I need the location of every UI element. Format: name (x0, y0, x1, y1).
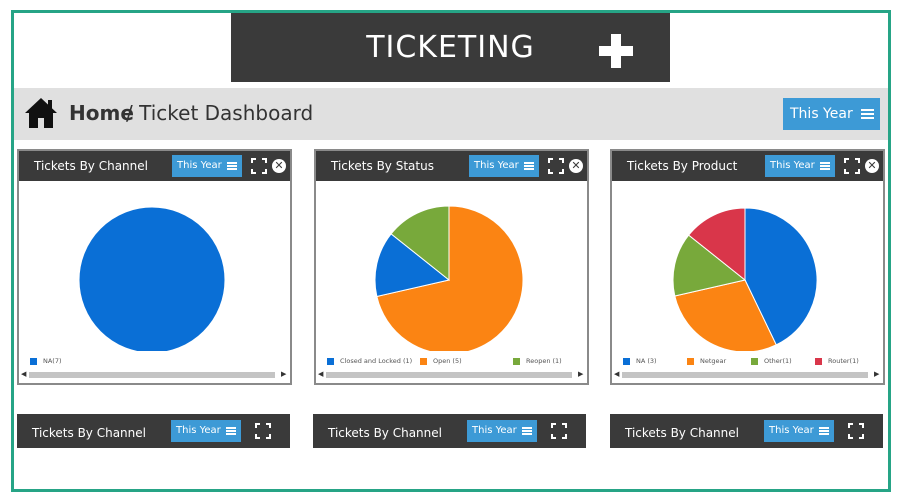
legend-item: Netgear (687, 357, 726, 365)
pie-chart (374, 205, 524, 351)
expand-icon[interactable] (255, 423, 271, 439)
widget-panel: Tickets By Channel This Year ✕ NA(7) ◀ ▶ (17, 149, 292, 385)
pie-chart (672, 207, 818, 351)
widget-title: Tickets By Channel (328, 426, 442, 440)
legend-item: Reopen (1) (513, 357, 562, 365)
legend-item: Open (5) (420, 357, 462, 365)
widget-header-collapsed: Tickets By Channel This Year (313, 414, 586, 448)
menu-icon (522, 427, 532, 435)
menu-icon (524, 162, 534, 170)
scrollbar-track[interactable] (622, 372, 868, 378)
legend-swatch (30, 357, 37, 365)
scroll-left-icon[interactable]: ◀ (21, 370, 26, 378)
filter-year-button[interactable]: This Year (783, 98, 880, 130)
legend-swatch (420, 357, 427, 365)
legend-label: Open (5) (433, 357, 462, 365)
widget-header: Tickets By Product This Year ✕ (612, 151, 883, 181)
legend-label: Closed and Locked (1) (340, 357, 413, 365)
widget-filter-button[interactable]: This Year (765, 155, 835, 177)
close-icon[interactable]: ✕ (272, 159, 286, 173)
home-icon[interactable] (24, 96, 58, 130)
legend-label: NA (3) (636, 357, 657, 365)
pie-slice[interactable] (78, 206, 226, 351)
widget-filter-button[interactable]: This Year (172, 155, 242, 177)
widget-header-collapsed: Tickets By Channel This Year (610, 414, 883, 448)
legend-label: Router(1) (828, 357, 859, 365)
menu-icon (861, 109, 874, 119)
widget-header: Tickets By Channel This Year ✕ (19, 151, 290, 181)
scrollbar-track[interactable] (326, 372, 572, 378)
menu-icon (819, 427, 829, 435)
legend-swatch (687, 357, 694, 365)
widget-title: Tickets By Product (627, 159, 738, 173)
legend-item: Other(1) (751, 357, 792, 365)
legend-label: NA(7) (43, 357, 62, 365)
legend-item: Router(1) (815, 357, 859, 365)
scroll-right-icon[interactable]: ▶ (281, 370, 286, 378)
scroll-left-icon[interactable]: ◀ (318, 370, 323, 378)
close-icon[interactable]: ✕ (865, 159, 879, 173)
scroll-left-icon[interactable]: ◀ (614, 370, 619, 378)
widget-header: Tickets By Status This Year ✕ (316, 151, 587, 181)
legend-label: Reopen (1) (526, 357, 562, 365)
horizontal-scrollbar[interactable]: ◀ ▶ (19, 370, 290, 379)
legend-swatch (327, 357, 334, 365)
widget-title: Tickets By Channel (625, 426, 739, 440)
menu-icon (226, 427, 236, 435)
widget-title: Tickets By Status (331, 159, 434, 173)
breadcrumb-home[interactable]: Home (69, 101, 134, 125)
legend-label: Netgear (700, 357, 727, 365)
close-icon[interactable]: ✕ (569, 159, 583, 173)
widget-filter-button[interactable]: This Year (764, 420, 834, 442)
menu-icon (227, 162, 237, 170)
expand-icon[interactable] (251, 158, 267, 174)
widget-panel: Tickets By Product This Year ✕ NA (3) Netgea… (610, 149, 885, 385)
scrollbar-track[interactable] (29, 372, 275, 378)
widget-filter-button[interactable]: This Year (469, 155, 539, 177)
pie-chart (78, 206, 226, 351)
legend-swatch (623, 357, 630, 365)
chart-legend: NA (3) Netgear Other(1) Router(1) (612, 357, 883, 371)
legend-label: Other(1) (764, 357, 792, 365)
widget-title: Tickets By Channel (32, 426, 146, 440)
chart-legend: Closed and Locked (1) Open (5) Reopen (1) (316, 357, 587, 371)
horizontal-scrollbar[interactable]: ◀ ▶ (316, 370, 587, 379)
legend-item: NA(7) (30, 357, 62, 365)
breadcrumb-page: / Ticket Dashboard (126, 101, 314, 125)
expand-icon[interactable] (848, 423, 864, 439)
scroll-right-icon[interactable]: ▶ (874, 370, 879, 378)
legend-swatch (815, 357, 822, 365)
expand-icon[interactable] (844, 158, 860, 174)
chart-legend: NA(7) (19, 357, 290, 371)
expand-icon[interactable] (548, 158, 564, 174)
legend-swatch (513, 357, 520, 365)
widget-filter-button[interactable]: This Year (467, 420, 537, 442)
expand-icon[interactable] (551, 423, 567, 439)
scroll-right-icon[interactable]: ▶ (578, 370, 583, 378)
widget-filter-button[interactable]: This Year (171, 420, 241, 442)
widget-title: Tickets By Channel (34, 159, 148, 173)
widget-header-collapsed: Tickets By Channel This Year (17, 414, 290, 448)
legend-swatch (751, 357, 758, 365)
legend-item: NA (3) (623, 357, 657, 365)
horizontal-scrollbar[interactable]: ◀ ▶ (612, 370, 883, 379)
widget-panel: Tickets By Status This Year ✕ Closed and Lo… (314, 149, 589, 385)
menu-icon (820, 162, 830, 170)
legend-item: Closed and Locked (1) (327, 357, 412, 365)
